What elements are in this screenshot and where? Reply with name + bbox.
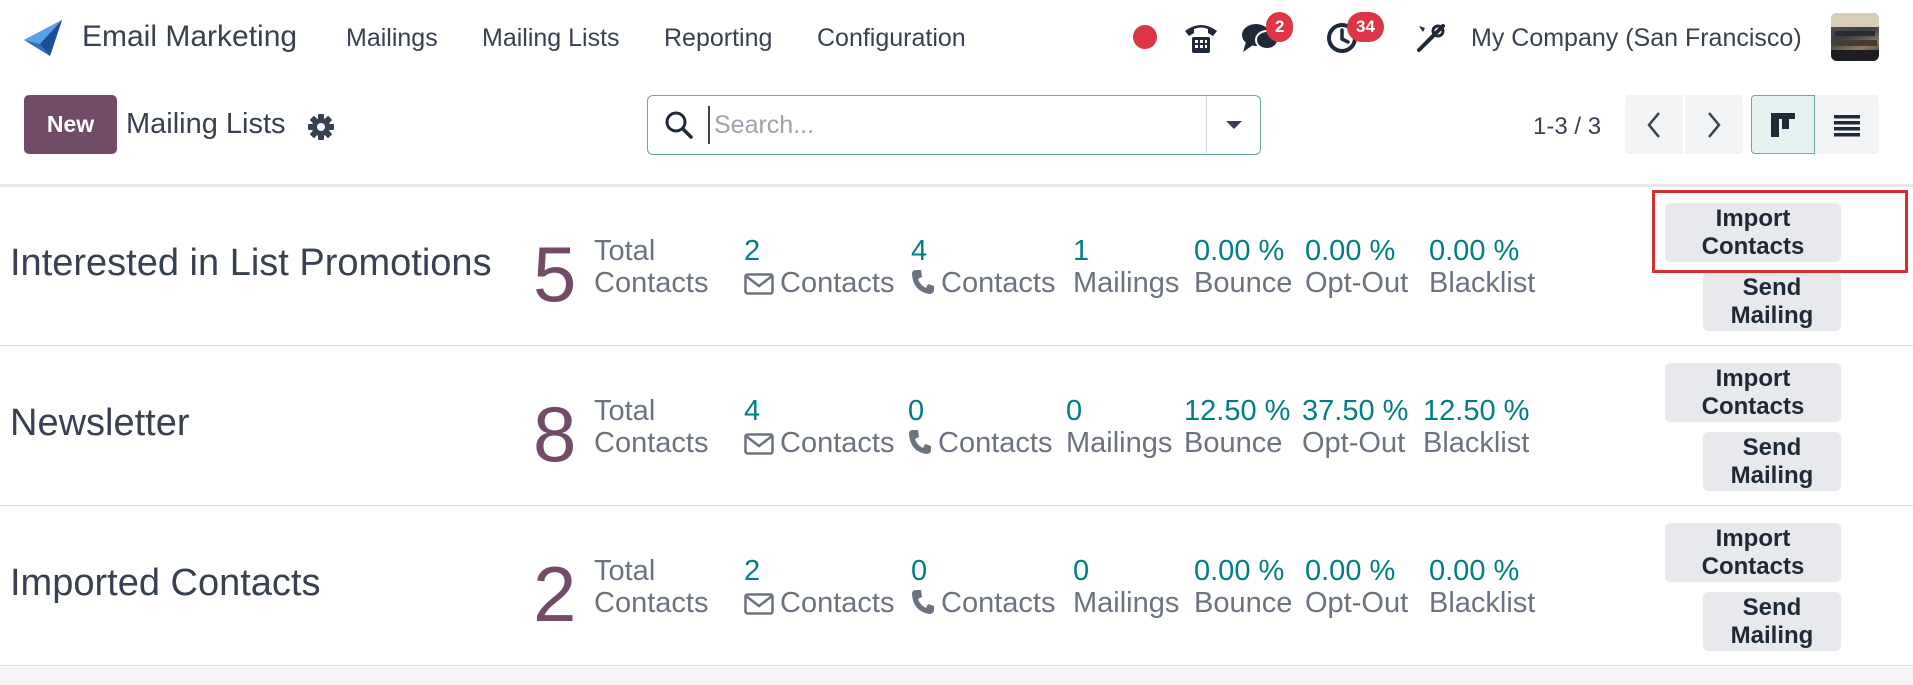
envelope-icon <box>744 273 774 295</box>
breadcrumb: Mailing Lists <box>126 108 286 140</box>
bottom-background <box>0 667 1913 685</box>
mailing-list-name[interactable]: Newsletter <box>10 402 190 445</box>
email-contacts-stat[interactable]: 2 Contacts <box>744 555 894 619</box>
kanban-record[interactable]: Imported Contacts 2 Total Contacts 2 Cont… <box>0 507 1913 666</box>
import-contacts-button[interactable]: Import Contacts <box>1665 523 1841 582</box>
bounce-stat[interactable]: 0.00 % Bounce <box>1194 235 1292 299</box>
company-switcher[interactable]: My Company (San Francisco) <box>1471 24 1802 53</box>
email-contacts-stat[interactable]: 2 Contacts <box>744 235 894 299</box>
kanban-record[interactable]: Newsletter 8 Total Contacts 4 Contacts 0 … <box>0 347 1913 506</box>
phone-contacts-stat[interactable]: 4 Contacts <box>911 235 1055 299</box>
user-avatar[interactable] <box>1831 13 1879 61</box>
messages-badge: 2 <box>1266 12 1294 42</box>
list-view-button[interactable] <box>1815 95 1879 154</box>
menu-reporting[interactable]: Reporting <box>664 24 772 53</box>
total-contacts-label: Total Contacts <box>594 235 709 299</box>
search-options-toggle[interactable] <box>1206 96 1260 153</box>
kanban-view-button[interactable] <box>1751 95 1815 154</box>
send-mailing-button[interactable]: Send Mailing <box>1703 432 1841 491</box>
import-contacts-button[interactable]: Import Contacts <box>1665 363 1841 422</box>
email-contacts-stat[interactable]: 4 Contacts <box>744 395 894 459</box>
pager-previous-button[interactable] <box>1625 95 1683 154</box>
envelope-icon <box>744 593 774 615</box>
app-title[interactable]: Email Marketing <box>82 20 297 54</box>
record-indicator-icon[interactable] <box>1133 25 1157 49</box>
menu-mailings[interactable]: Mailings <box>346 24 438 53</box>
tools-icon[interactable] <box>1411 18 1451 58</box>
opt-out-stat[interactable]: 0.00 % Opt-Out <box>1305 555 1408 619</box>
phone-small-icon <box>912 270 934 294</box>
mailings-stat[interactable]: 0 Mailings <box>1073 555 1179 619</box>
gear-icon[interactable] <box>307 113 335 141</box>
menu-mailing-lists[interactable]: Mailing Lists <box>482 24 620 53</box>
chevron-right-icon <box>1708 111 1721 138</box>
total-contacts-count: 8 <box>533 390 577 478</box>
top-navbar: Email Marketing Mailings Mailing Lists R… <box>0 0 1913 78</box>
bounce-stat[interactable]: 12.50 % Bounce <box>1184 395 1290 459</box>
total-contacts-count: 2 <box>533 550 577 638</box>
envelope-icon <box>744 433 774 455</box>
pager-value[interactable]: 1-3 / 3 <box>1533 113 1601 141</box>
activities-badge: 34 <box>1347 12 1384 42</box>
mailings-stat[interactable]: 1 Mailings <box>1073 235 1179 299</box>
total-contacts-count: 5 <box>533 230 577 318</box>
mailings-stat[interactable]: 0 Mailings <box>1066 395 1172 459</box>
pager-next-button[interactable] <box>1685 95 1743 154</box>
mailing-list-name[interactable]: Interested in List Promotions <box>10 242 492 285</box>
opt-out-stat[interactable]: 37.50 % Opt-Out <box>1302 395 1408 459</box>
app-logo-icon[interactable] <box>20 16 64 60</box>
chevron-left-icon <box>1647 111 1660 138</box>
phone-contacts-stat[interactable]: 0 Contacts <box>908 395 1052 459</box>
new-button[interactable]: New <box>24 95 117 154</box>
blacklist-stat[interactable]: 12.50 % Blacklist <box>1423 395 1529 459</box>
kanban-icon <box>1771 112 1795 137</box>
search-icon <box>665 111 693 139</box>
search-input[interactable] <box>708 106 1248 144</box>
opt-out-stat[interactable]: 0.00 % Opt-Out <box>1305 235 1408 299</box>
send-mailing-button[interactable]: Send Mailing <box>1703 272 1841 331</box>
list-icon <box>1834 114 1860 136</box>
blacklist-stat[interactable]: 0.00 % Blacklist <box>1429 555 1535 619</box>
search-bar <box>647 95 1261 155</box>
send-mailing-button[interactable]: Send Mailing <box>1703 592 1841 651</box>
kanban-record[interactable]: Interested in List Promotions 5 Total Con… <box>0 187 1913 346</box>
menu-configuration[interactable]: Configuration <box>817 24 966 53</box>
highlight-annotation <box>1652 190 1908 273</box>
bounce-stat[interactable]: 0.00 % Bounce <box>1194 555 1292 619</box>
phone-small-icon <box>909 430 931 454</box>
phone-icon[interactable] <box>1181 18 1221 58</box>
mailing-list-name[interactable]: Imported Contacts <box>10 562 320 605</box>
total-contacts-label: Total Contacts <box>594 555 709 619</box>
phone-contacts-stat[interactable]: 0 Contacts <box>911 555 1055 619</box>
phone-small-icon <box>912 590 934 614</box>
caret-down-icon <box>1225 120 1242 129</box>
blacklist-stat[interactable]: 0.00 % Blacklist <box>1429 235 1535 299</box>
total-contacts-label: Total Contacts <box>594 395 709 459</box>
